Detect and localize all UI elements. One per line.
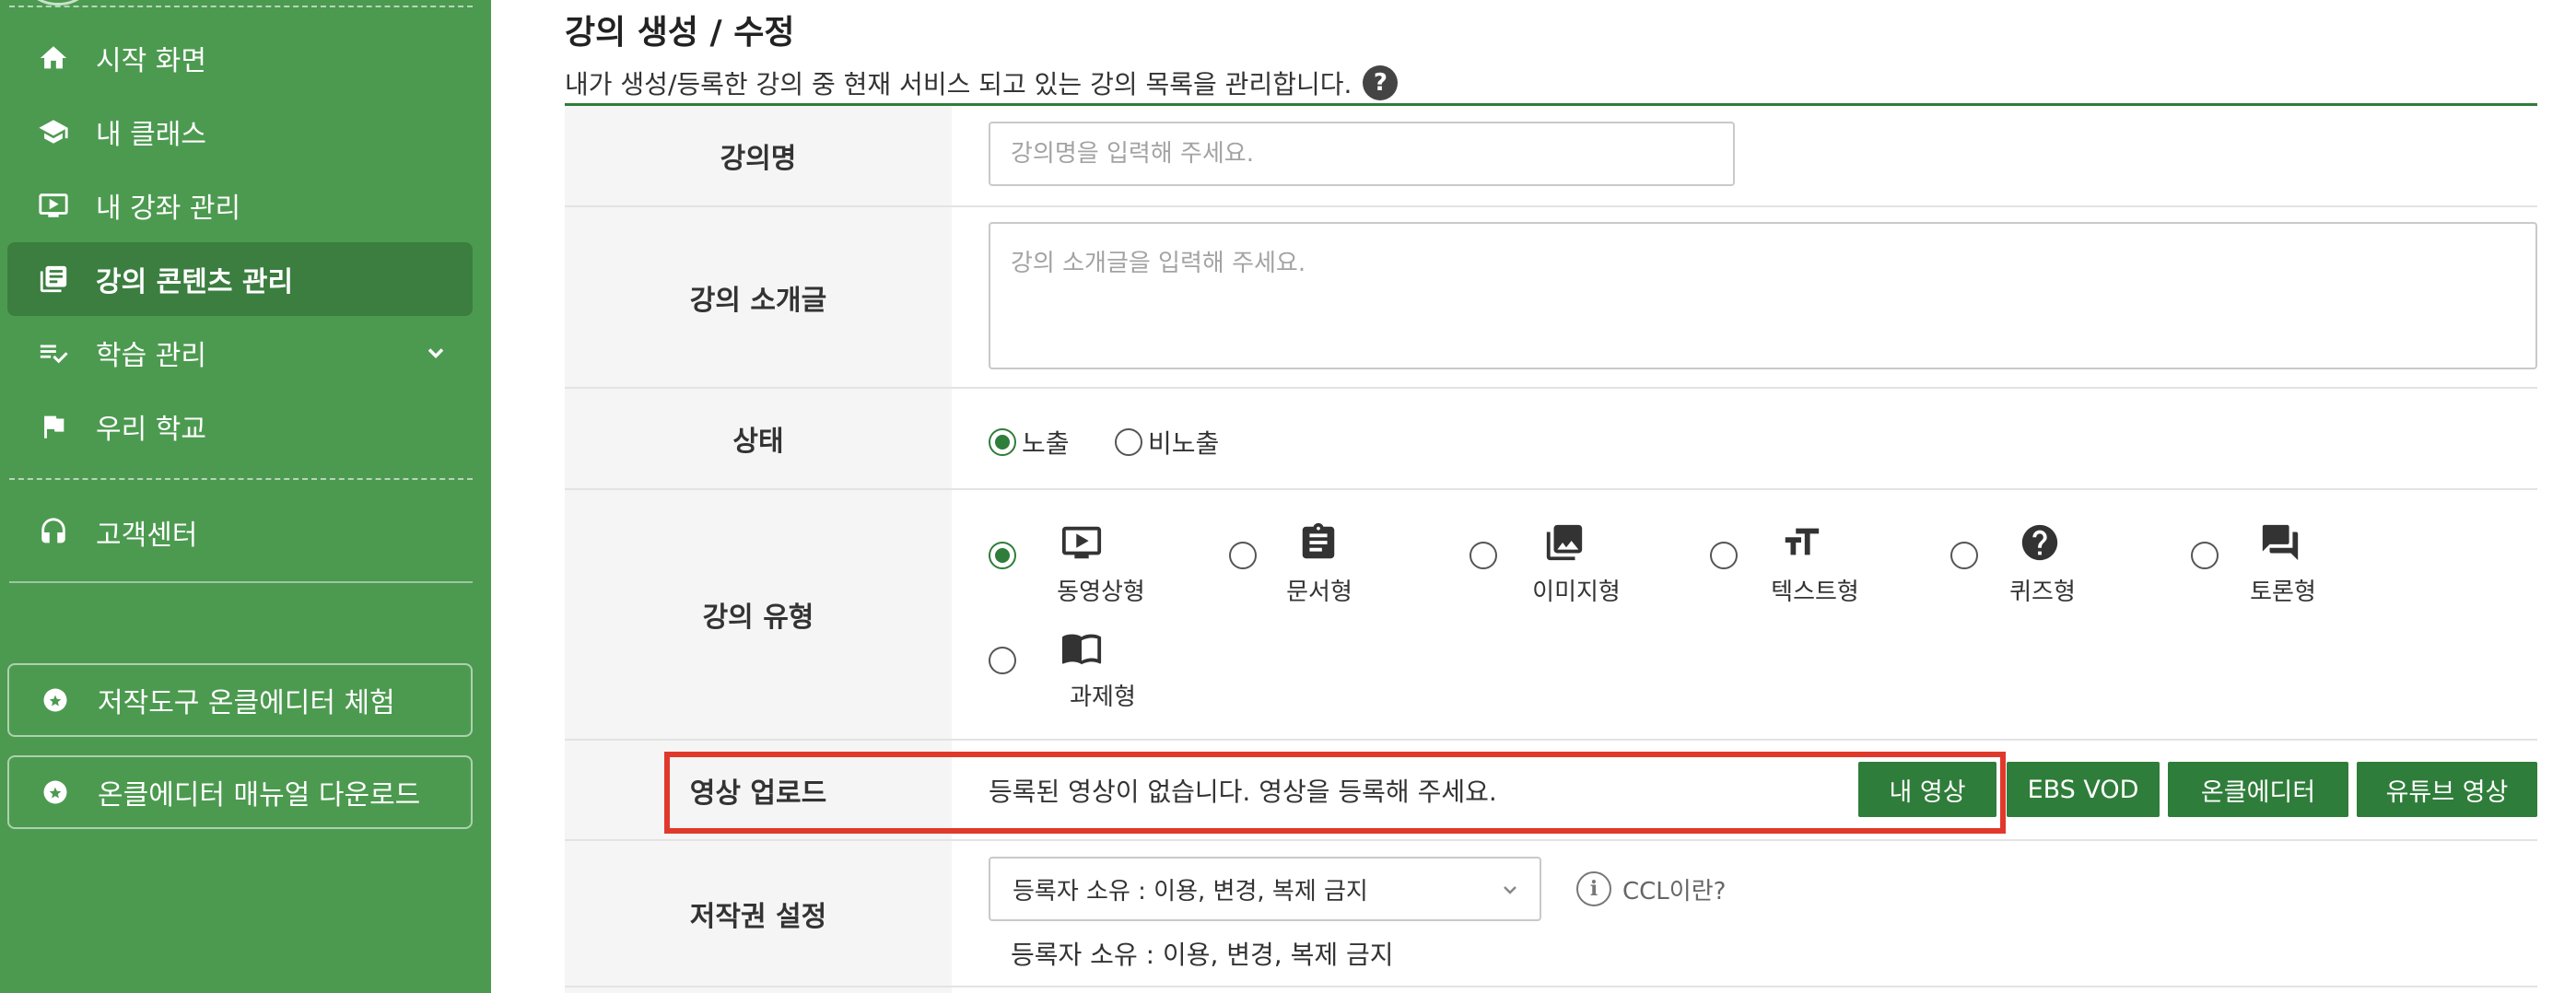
course-intro-textarea[interactable] [989,222,2537,369]
type-option-label: 텍스트형 [1771,578,1859,606]
type-option-label: 과제형 [1070,683,1136,711]
sidebar-item-label: 시작 화면 [96,45,206,77]
question-circle-icon [2019,521,2065,567]
playlist-check-icon [35,334,72,371]
sidebar-item-support[interactable]: 고객센터 [7,496,473,569]
video-play-icon [1060,521,1107,567]
type-option-label: 동영상형 [1057,578,1145,606]
youtube-video-button[interactable]: 유튜브 영상 [2357,762,2537,817]
type-option-label: 토론형 [2250,578,2316,606]
graduation-cap-icon [35,113,72,150]
headset-icon [35,514,72,551]
open-book-icon [1060,626,1107,672]
radio-unchecked[interactable] [1710,542,1738,569]
type-option-document[interactable]: 문서형 [1229,521,1459,613]
home-icon [35,40,72,76]
sidebar-item-label: 고객센터 [96,520,198,552]
sidebar-item-label: 강의 콘텐츠 관리 [96,266,294,298]
sidebar-button-label: 저작도구 온클에디터 체험 [98,687,395,719]
radio-unchecked[interactable] [2191,542,2219,569]
course-type-label: 강의 유형 [702,602,814,634]
sidebar-item-content-management[interactable]: 강의 콘텐츠 관리 [7,242,473,316]
course-name-input[interactable] [989,122,1735,186]
chevron-down-icon [1499,879,1521,901]
sidebar-item-learning-management[interactable]: 학습 관리 [7,316,473,390]
page-title: 강의 생성 / 수정 [565,14,795,52]
page-description: 내가 생성/등록한 강의 중 현재 서비스 되고 있는 강의 목록을 관리합니다… [565,64,1399,101]
flag-icon [35,408,72,445]
type-option-discussion[interactable]: 토론형 [2191,521,2421,613]
status-option-label: 노출 [1022,428,1070,459]
video-screen-icon [35,187,72,224]
oncle-editor-button[interactable]: 온클에디터 [2168,762,2348,817]
radio-unchecked[interactable] [1469,542,1497,569]
ccl-info-label: CCL이란? [1622,877,1727,905]
type-option-image[interactable]: 이미지형 [1469,521,1700,613]
sidebar-item-label: 내 강좌 관리 [96,193,241,225]
image-stack-icon [1543,521,1589,567]
oncle-editor-manual-download-button[interactable]: 온클에디터 매뉴얼 다운로드 [7,755,473,829]
clipboard-icon [1297,521,1343,567]
oncle-editor-trial-button[interactable]: 저작도구 온클에디터 체험 [7,663,473,737]
copyright-select[interactable]: 등록자 소유 : 이용, 변경, 복제 금지 [989,857,1541,921]
course-name-label: 강의명 [720,143,797,175]
course-intro-label: 강의 소개글 [689,284,827,317]
status-option-visible[interactable]: 노출 [989,424,1070,461]
sidebar-item-label: 학습 관리 [96,340,206,372]
sidebar: 시작 화면 내 클래스 내 강좌 관리 강의 콘텐츠 관리 학습 관리 우리 학… [0,0,491,993]
page-description-text: 내가 생성/등록한 강의 중 현재 서비스 되고 있는 강의 목록을 관리합니다… [565,69,1352,99]
forum-icon [2259,521,2305,567]
radio-unchecked[interactable] [1229,542,1257,569]
type-option-label: 문서형 [1286,578,1352,606]
type-option-assignment[interactable]: 과제형 [989,626,1219,718]
sidebar-item-my-courses[interactable]: 내 강좌 관리 [7,169,473,242]
text-size-icon [1780,521,1826,567]
sidebar-item-label: 내 클래스 [96,119,206,151]
sidebar-item-home[interactable]: 시작 화면 [7,21,473,95]
copyright-label: 저작권 설정 [689,900,827,933]
chevron-down-icon[interactable] [423,340,449,366]
library-books-icon [35,261,72,298]
status-option-hidden[interactable]: 비노출 [1115,424,1219,461]
status-label: 상태 [732,426,784,458]
radio-checked[interactable] [989,428,1016,456]
radio-unchecked[interactable] [1115,428,1142,456]
highlight-box [664,752,2006,834]
sidebar-item-my-class[interactable]: 내 클래스 [7,95,473,169]
sidebar-divider [9,6,473,7]
sidebar-divider [9,478,473,480]
radio-checked[interactable] [989,542,1016,569]
row-divider [565,986,2537,987]
sidebar-divider [9,581,473,583]
sidebar-item-label: 우리 학교 [96,414,206,446]
sidebar-button-label: 온클에디터 매뉴얼 다운로드 [98,779,421,812]
star-badge-icon [37,774,74,811]
type-option-text[interactable]: 텍스트형 [1710,521,1940,613]
status-option-label: 비노출 [1148,428,1220,459]
star-badge-icon [37,682,74,718]
type-option-label: 퀴즈형 [2009,578,2076,606]
sidebar-item-our-school[interactable]: 우리 학교 [7,390,473,463]
type-option-quiz[interactable]: 퀴즈형 [1950,521,2181,613]
radio-unchecked[interactable] [989,647,1016,674]
type-option-label: 이미지형 [1532,578,1621,606]
copyright-select-value: 등록자 소유 : 이용, 변경, 복제 금지 [1013,877,1368,905]
radio-unchecked[interactable] [1950,542,1978,569]
ebs-vod-button[interactable]: EBS VOD [2007,762,2160,817]
info-icon: i [1576,871,1611,906]
ccl-info-link[interactable]: i CCL이란? [1576,871,1726,906]
type-option-video[interactable]: 동영상형 [989,521,1219,613]
copyright-description: 등록자 소유 : 이용, 변경, 복제 금지 [1011,940,1394,970]
help-icon[interactable]: ? [1363,65,1399,100]
